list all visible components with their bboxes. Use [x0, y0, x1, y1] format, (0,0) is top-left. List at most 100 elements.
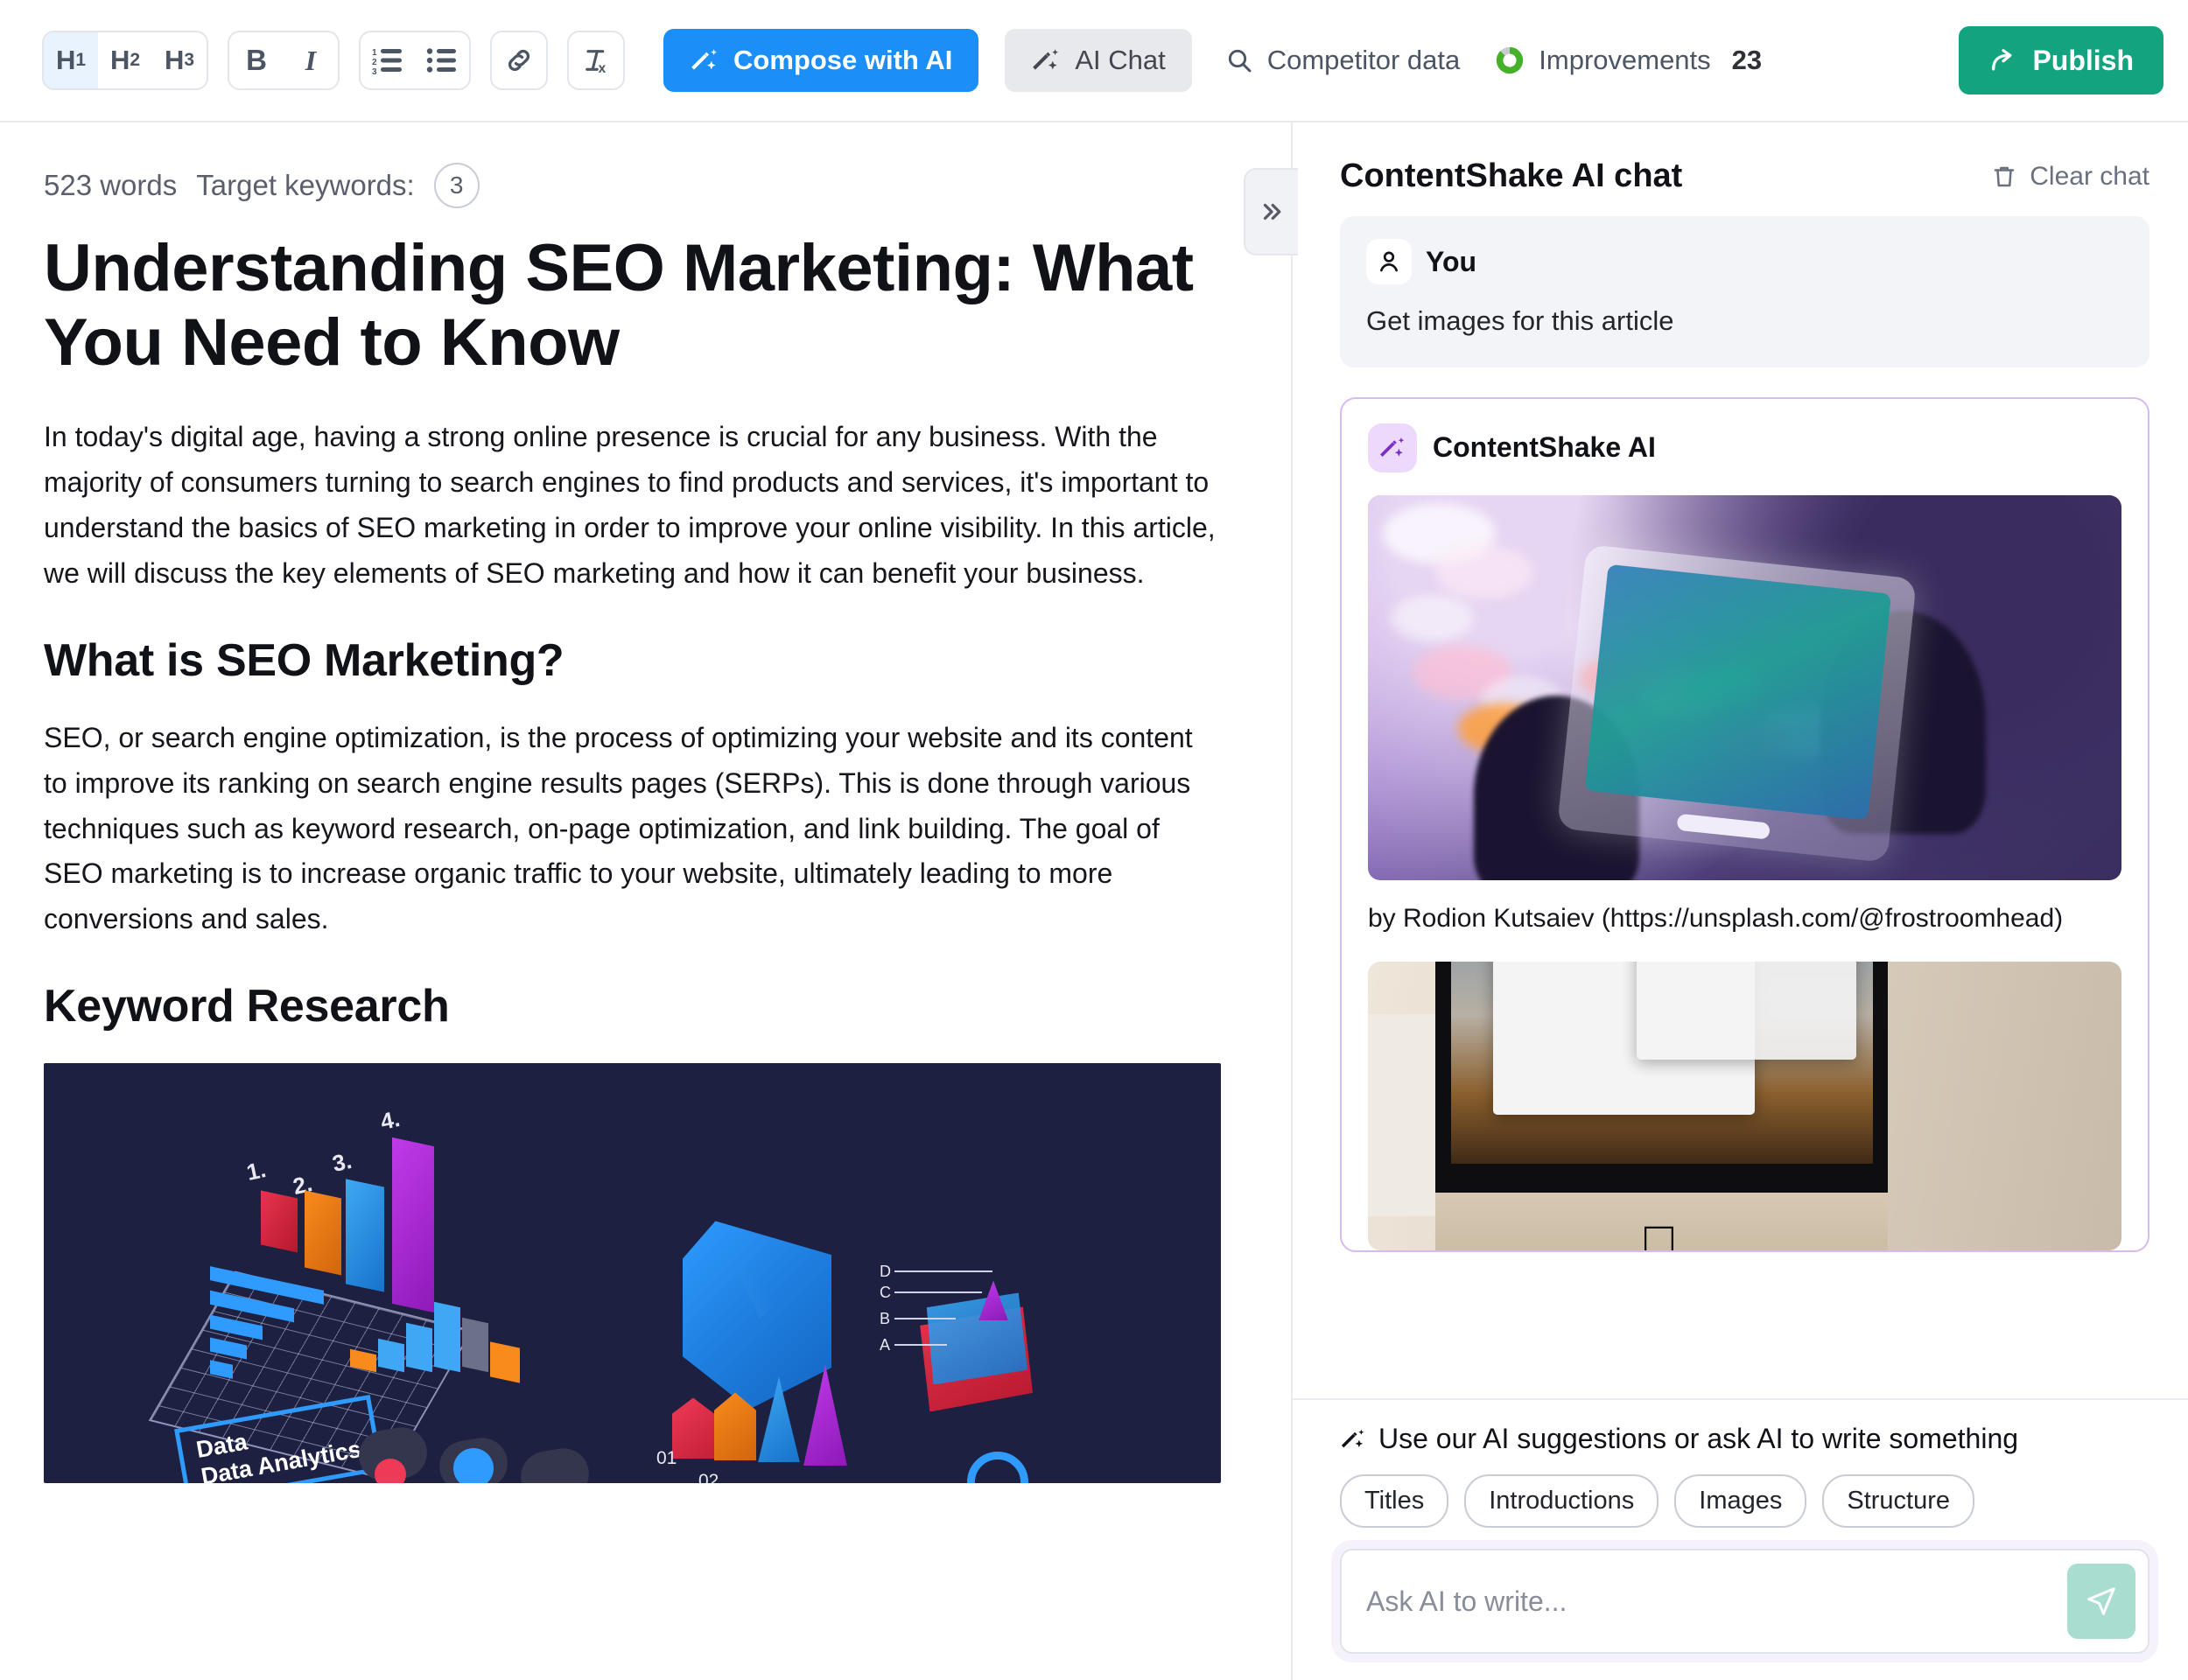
figure-dot-red	[375, 1459, 406, 1484]
ai-chat-button[interactable]: AI Chat	[1005, 29, 1192, 92]
clear-format-group: x	[567, 31, 625, 90]
clear-formatting-button[interactable]: x	[569, 32, 623, 88]
figure-bottom-number-01: 01	[656, 1448, 677, 1469]
chat-message-ai-header: ContentShake AI	[1368, 423, 2121, 472]
figure-hist-bar-c	[406, 1323, 432, 1373]
figure-callout-line-a	[894, 1344, 947, 1347]
ordered-list-icon: 1 2 3	[372, 48, 402, 74]
bold-label: B	[246, 44, 267, 76]
clear-formatting-icon: x	[586, 50, 607, 76]
heading-2-label: H	[109, 45, 130, 75]
figure-ring-blue	[967, 1452, 1028, 1484]
bullet-list-button[interactable]	[415, 32, 469, 88]
figure-pill-3	[516, 1445, 593, 1484]
compose-with-ai-label: Compose with AI	[733, 45, 953, 75]
heading-3-sub: 3	[184, 50, 195, 70]
article-figure-data-analytics[interactable]: 1. 2. 3. 4. D C B A Data Data Analytics …	[44, 1063, 1221, 1484]
imac-chin: 	[1435, 1193, 1889, 1251]
chat-composer: Use our AI suggestions or ask AI to writ…	[1293, 1398, 2188, 1680]
data-analytics-illustration: 1. 2. 3. 4. D C B A Data Data Analytics …	[44, 1063, 1221, 1484]
heading-1-button[interactable]: H1	[44, 32, 98, 88]
figure-cone-red	[672, 1397, 714, 1460]
target-keywords-count[interactable]: 3	[433, 163, 480, 208]
bokeh-dot	[1390, 595, 1474, 642]
list-group: 1 2 3	[359, 31, 471, 90]
chip-structure[interactable]: Structure	[1822, 1474, 1975, 1528]
figure-bar-2	[305, 1190, 341, 1276]
chip-introductions[interactable]: Introductions	[1464, 1474, 1659, 1528]
chip-titles[interactable]: Titles	[1340, 1474, 1449, 1528]
chat-image-imac-desk[interactable]: 	[1368, 962, 2121, 1251]
figure-hist-bar-e	[462, 1318, 488, 1373]
italic-button[interactable]: I	[284, 32, 338, 88]
chat-image-credit: by Rodion Kutsaiev (https://unsplash.com…	[1368, 903, 2064, 933]
text-style-group: B I	[228, 31, 340, 90]
article-heading-keyword-research[interactable]: Keyword Research	[44, 979, 1221, 1033]
improvements-count: 23	[1731, 45, 1763, 75]
heading-1-label: H	[55, 45, 76, 75]
italic-label: I	[305, 44, 317, 76]
send-icon	[2087, 1587, 2115, 1615]
ask-ai-input[interactable]	[1366, 1585, 2067, 1618]
figure-label-A: A	[880, 1336, 891, 1354]
figure-bar-1	[261, 1190, 298, 1253]
ask-ai-input-wrapper[interactable]	[1340, 1549, 2149, 1654]
clear-chat-label: Clear chat	[2030, 161, 2149, 191]
article-section-1-paragraph[interactable]: SEO, or search engine optimization, is t…	[44, 716, 1221, 942]
apple-logo-icon: 	[1639, 1214, 1679, 1251]
figure-label-B: B	[880, 1310, 891, 1328]
editor-toolbar: H1 H2 H3 B I 1 2 3 x Compose with AI AI …	[0, 0, 2188, 122]
figure-pyramid-mid	[926, 1292, 1027, 1385]
phone-home-button	[1677, 813, 1771, 840]
chat-message-ai-author: ContentShake AI	[1433, 431, 1656, 464]
clear-chat-button[interactable]: Clear chat	[1991, 162, 2149, 192]
editor-meta-row: 523 words Target keywords: 3	[44, 163, 1221, 208]
figure-number-4: 4.	[378, 1105, 403, 1136]
competitor-data-label: Competitor data	[1266, 45, 1461, 75]
phone-bokeh-photo	[1368, 494, 2121, 880]
ai-wand-icon	[691, 49, 718, 70]
collapse-panel-button[interactable]	[1244, 168, 1298, 256]
ordered-list-button[interactable]: 1 2 3	[361, 32, 415, 88]
svg-text:2: 2	[372, 58, 377, 67]
chat-message-author: You	[1426, 245, 1477, 277]
figure-cone-purple	[803, 1364, 847, 1466]
phone-device	[1557, 543, 1918, 863]
article-editor[interactable]: 523 words Target keywords: 3 Understandi…	[0, 122, 1291, 1680]
bold-button[interactable]: B	[229, 32, 284, 88]
person-icon	[1380, 251, 1398, 272]
figure-bar-4	[392, 1138, 434, 1313]
send-button[interactable]	[2067, 1564, 2135, 1639]
article-intro-paragraph[interactable]: In today's digital age, having a strong …	[44, 415, 1221, 596]
figure-donut-blue	[453, 1448, 494, 1484]
heading-2-button[interactable]: H2	[98, 32, 152, 88]
chip-images[interactable]: Images	[1674, 1474, 1807, 1528]
ai-chat-panel: ContentShake AI chat Clear chat You Get …	[1291, 122, 2188, 1680]
compose-with-ai-button[interactable]: Compose with AI	[663, 29, 979, 92]
chat-image-phone-bokeh[interactable]	[1368, 494, 2121, 880]
article-title[interactable]: Understanding SEO Marketing: What You Ne…	[44, 231, 1221, 380]
svg-text:3: 3	[372, 67, 377, 74]
figure-hist-bar-f	[490, 1341, 520, 1384]
ai-suggestion-line: Use our AI suggestions or ask AI to writ…	[1340, 1423, 2149, 1455]
workspace: 523 words Target keywords: 3 Understandi…	[0, 122, 2188, 1680]
heading-3-button[interactable]: H3	[152, 32, 207, 88]
chat-message-ai: ContentShake AI by Rodion Kutsaiev (http…	[1340, 396, 2149, 1253]
ai-chat-label: AI Chat	[1075, 45, 1166, 75]
competitor-data-button[interactable]: Competitor data	[1225, 45, 1461, 76]
phone-screen	[1584, 564, 1892, 821]
chat-title: ContentShake AI chat	[1340, 158, 1683, 194]
publish-button[interactable]: Publish	[1959, 26, 2163, 94]
figure-bar-3	[346, 1179, 384, 1293]
improvements-button[interactable]: Improvements 23	[1495, 45, 1762, 76]
link-button[interactable]	[492, 32, 546, 88]
chat-message-text: Get images for this article	[1366, 305, 1674, 336]
heading-button-group: H1 H2 H3	[42, 31, 208, 90]
article-heading-what-is-seo-marketing[interactable]: What is SEO Marketing?	[44, 634, 1221, 688]
publish-label: Publish	[2032, 44, 2134, 76]
progress-ring-icon	[1497, 46, 1524, 74]
figure-hist-bar-b	[378, 1339, 404, 1373]
suggestion-chips: Titles Introductions Images Structure	[1340, 1474, 2149, 1528]
figure-bottom-number-02: 02	[698, 1471, 719, 1484]
chat-messages-scroll[interactable]: You Get images for this article ContentS…	[1293, 216, 2188, 1398]
